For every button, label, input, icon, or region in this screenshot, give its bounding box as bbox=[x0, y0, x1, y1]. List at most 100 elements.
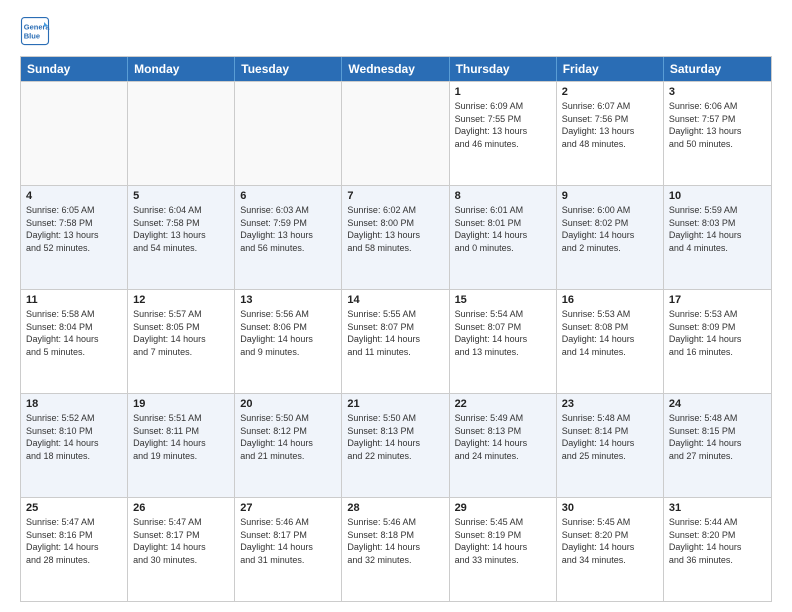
day-info: Sunrise: 6:04 AMSunset: 7:58 PMDaylight:… bbox=[133, 204, 229, 254]
day-info: Sunrise: 5:48 AMSunset: 8:14 PMDaylight:… bbox=[562, 412, 658, 462]
day-cell-30: 30 Sunrise: 5:45 AMSunset: 8:20 PMDayligh… bbox=[557, 498, 664, 601]
day-cell-24: 24 Sunrise: 5:48 AMSunset: 8:15 PMDayligh… bbox=[664, 394, 771, 497]
day-number: 6 bbox=[240, 190, 336, 202]
day-number: 31 bbox=[669, 502, 766, 514]
calendar-row-3: 18Sunrise: 5:52 AMSunset: 8:10 PMDayligh… bbox=[21, 393, 771, 497]
day-info: Sunrise: 6:01 AMSunset: 8:01 PMDaylight:… bbox=[455, 204, 551, 254]
day-info: Sunrise: 5:54 AMSunset: 8:07 PMDaylight:… bbox=[455, 308, 551, 358]
day-info: Sunrise: 5:48 AMSunset: 8:15 PMDaylight:… bbox=[669, 412, 766, 462]
day-cell-5: 5 Sunrise: 6:04 AMSunset: 7:58 PMDaylight… bbox=[128, 186, 235, 289]
day-number: 26 bbox=[133, 502, 229, 514]
day-cell-15: 15 Sunrise: 5:54 AMSunset: 8:07 PMDayligh… bbox=[450, 290, 557, 393]
day-number: 9 bbox=[562, 190, 658, 202]
day-info: Sunrise: 6:06 AMSunset: 7:57 PMDaylight:… bbox=[669, 100, 766, 150]
day-cell-7: 7 Sunrise: 6:02 AMSunset: 8:00 PMDaylight… bbox=[342, 186, 449, 289]
day-cell-9: 9 Sunrise: 6:00 AMSunset: 8:02 PMDaylight… bbox=[557, 186, 664, 289]
calendar-body: 1 Sunrise: 6:09 AMSunset: 7:55 PMDaylight… bbox=[21, 81, 771, 601]
day-number: 10 bbox=[669, 190, 766, 202]
day-number: 7 bbox=[347, 190, 443, 202]
day-number: 25 bbox=[26, 502, 122, 514]
day-number: 1 bbox=[455, 86, 551, 98]
calendar-row-2: 11 Sunrise: 5:58 AMSunset: 8:04 PMDayligh… bbox=[21, 289, 771, 393]
day-cell-31: 31 Sunrise: 5:44 AMSunset: 8:20 PMDayligh… bbox=[664, 498, 771, 601]
empty-cell bbox=[128, 82, 235, 185]
day-number: 27 bbox=[240, 502, 336, 514]
day-info: Sunrise: 5:56 AMSunset: 8:06 PMDaylight:… bbox=[240, 308, 336, 358]
page: General Blue SundayMondayTuesdayWednesda… bbox=[0, 0, 792, 612]
day-cell-27: 27Sunrise: 5:46 AMSunset: 8:17 PMDayligh… bbox=[235, 498, 342, 601]
day-info: Sunrise: 5:46 AMSunset: 8:18 PMDaylight:… bbox=[347, 516, 443, 566]
day-number: 23 bbox=[562, 398, 658, 410]
day-info: Sunrise: 5:50 AMSunset: 8:12 PMDaylight:… bbox=[240, 412, 336, 462]
day-number: 21 bbox=[347, 398, 443, 410]
day-number: 30 bbox=[562, 502, 658, 514]
svg-text:Blue: Blue bbox=[24, 32, 40, 41]
logo: General Blue bbox=[20, 16, 50, 46]
day-cell-1: 1 Sunrise: 6:09 AMSunset: 7:55 PMDaylight… bbox=[450, 82, 557, 185]
day-info: Sunrise: 6:05 AMSunset: 7:58 PMDaylight:… bbox=[26, 204, 122, 254]
day-number: 5 bbox=[133, 190, 229, 202]
day-number: 14 bbox=[347, 294, 443, 306]
day-number: 4 bbox=[26, 190, 122, 202]
day-cell-4: 4 Sunrise: 6:05 AMSunset: 7:58 PMDaylight… bbox=[21, 186, 128, 289]
day-info: Sunrise: 6:02 AMSunset: 8:00 PMDaylight:… bbox=[347, 204, 443, 254]
calendar-row-4: 25Sunrise: 5:47 AMSunset: 8:16 PMDayligh… bbox=[21, 497, 771, 601]
day-number: 29 bbox=[455, 502, 551, 514]
day-cell-26: 26 Sunrise: 5:47 AMSunset: 8:17 PMDayligh… bbox=[128, 498, 235, 601]
day-number: 20 bbox=[240, 398, 336, 410]
day-cell-8: 8 Sunrise: 6:01 AMSunset: 8:01 PMDaylight… bbox=[450, 186, 557, 289]
calendar: SundayMondayTuesdayWednesdayThursdayFrid… bbox=[20, 56, 772, 602]
day-info: Sunrise: 5:58 AMSunset: 8:04 PMDaylight:… bbox=[26, 308, 122, 358]
day-cell-20: 20 Sunrise: 5:50 AMSunset: 8:12 PMDayligh… bbox=[235, 394, 342, 497]
empty-cell bbox=[235, 82, 342, 185]
day-number: 24 bbox=[669, 398, 766, 410]
day-cell-3: 3 Sunrise: 6:06 AMSunset: 7:57 PMDaylight… bbox=[664, 82, 771, 185]
day-cell-18: 18Sunrise: 5:52 AMSunset: 8:10 PMDayligh… bbox=[21, 394, 128, 497]
day-number: 28 bbox=[347, 502, 443, 514]
empty-cell bbox=[342, 82, 449, 185]
header: General Blue bbox=[20, 16, 772, 46]
day-cell-12: 12Sunrise: 5:57 AMSunset: 8:05 PMDayligh… bbox=[128, 290, 235, 393]
day-cell-14: 14 Sunrise: 5:55 AMSunset: 8:07 PMDayligh… bbox=[342, 290, 449, 393]
day-info: Sunrise: 5:55 AMSunset: 8:07 PMDaylight:… bbox=[347, 308, 443, 358]
day-cell-11: 11 Sunrise: 5:58 AMSunset: 8:04 PMDayligh… bbox=[21, 290, 128, 393]
day-number: 13 bbox=[240, 294, 336, 306]
day-number: 16 bbox=[562, 294, 658, 306]
day-info: Sunrise: 5:57 AMSunset: 8:05 PMDaylight:… bbox=[133, 308, 229, 358]
day-info: Sunrise: 5:52 AMSunset: 8:10 PMDaylight:… bbox=[26, 412, 122, 462]
day-number: 17 bbox=[669, 294, 766, 306]
empty-cell bbox=[21, 82, 128, 185]
day-info: Sunrise: 5:59 AMSunset: 8:03 PMDaylight:… bbox=[669, 204, 766, 254]
day-info: Sunrise: 5:45 AMSunset: 8:20 PMDaylight:… bbox=[562, 516, 658, 566]
day-cell-2: 2Sunrise: 6:07 AMSunset: 7:56 PMDaylight… bbox=[557, 82, 664, 185]
weekday-header-tuesday: Tuesday bbox=[235, 57, 342, 81]
svg-text:General: General bbox=[24, 23, 50, 32]
logo-icon: General Blue bbox=[20, 16, 50, 46]
day-cell-13: 13 Sunrise: 5:56 AMSunset: 8:06 PMDayligh… bbox=[235, 290, 342, 393]
day-info: Sunrise: 6:00 AMSunset: 8:02 PMDaylight:… bbox=[562, 204, 658, 254]
calendar-row-1: 4 Sunrise: 6:05 AMSunset: 7:58 PMDaylight… bbox=[21, 185, 771, 289]
day-number: 19 bbox=[133, 398, 229, 410]
day-number: 8 bbox=[455, 190, 551, 202]
weekday-header-sunday: Sunday bbox=[21, 57, 128, 81]
day-info: Sunrise: 6:03 AMSunset: 7:59 PMDaylight:… bbox=[240, 204, 336, 254]
day-cell-28: 28 Sunrise: 5:46 AMSunset: 8:18 PMDayligh… bbox=[342, 498, 449, 601]
day-cell-6: 6 Sunrise: 6:03 AMSunset: 7:59 PMDaylight… bbox=[235, 186, 342, 289]
day-cell-25: 25Sunrise: 5:47 AMSunset: 8:16 PMDayligh… bbox=[21, 498, 128, 601]
weekday-header-thursday: Thursday bbox=[450, 57, 557, 81]
day-number: 11 bbox=[26, 294, 122, 306]
day-number: 3 bbox=[669, 86, 766, 98]
day-info: Sunrise: 5:53 AMSunset: 8:09 PMDaylight:… bbox=[669, 308, 766, 358]
day-number: 2 bbox=[562, 86, 658, 98]
day-info: Sunrise: 5:47 AMSunset: 8:17 PMDaylight:… bbox=[133, 516, 229, 566]
day-info: Sunrise: 5:50 AMSunset: 8:13 PMDaylight:… bbox=[347, 412, 443, 462]
day-info: Sunrise: 5:53 AMSunset: 8:08 PMDaylight:… bbox=[562, 308, 658, 358]
day-cell-23: 23 Sunrise: 5:48 AMSunset: 8:14 PMDayligh… bbox=[557, 394, 664, 497]
day-cell-16: 16 Sunrise: 5:53 AMSunset: 8:08 PMDayligh… bbox=[557, 290, 664, 393]
day-info: Sunrise: 6:09 AMSunset: 7:55 PMDaylight:… bbox=[455, 100, 551, 150]
weekday-header-friday: Friday bbox=[557, 57, 664, 81]
day-info: Sunrise: 5:51 AMSunset: 8:11 PMDaylight:… bbox=[133, 412, 229, 462]
day-info: Sunrise: 5:44 AMSunset: 8:20 PMDaylight:… bbox=[669, 516, 766, 566]
day-cell-10: 10 Sunrise: 5:59 AMSunset: 8:03 PMDayligh… bbox=[664, 186, 771, 289]
day-number: 15 bbox=[455, 294, 551, 306]
